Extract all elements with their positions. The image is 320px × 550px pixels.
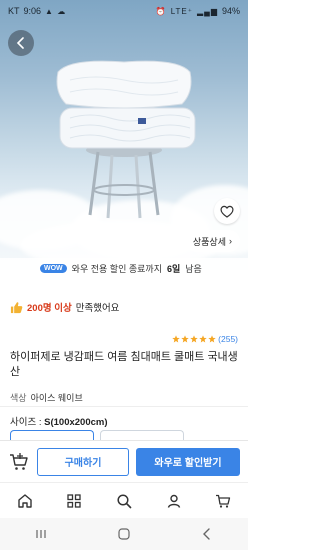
recent-apps-button[interactable] — [29, 522, 53, 546]
system-back-button[interactable] — [195, 522, 219, 546]
back-button[interactable] — [8, 30, 34, 56]
cart-add-icon — [10, 452, 28, 470]
product-image-carousel[interactable]: KT 9:06 ▲ ☁ ⏰ LTE⁺ ▂▄▆ 94% 상품상세 › — [0, 0, 248, 270]
recent-apps-icon — [36, 530, 46, 538]
cart-icon — [216, 494, 231, 508]
star-icon — [172, 335, 180, 343]
status-bar: KT 9:06 ▲ ☁ ⏰ LTE⁺ ▂▄▆ 94% — [0, 0, 248, 22]
signal-icon: ▂▄▆ — [197, 6, 218, 16]
color-label: 색상 — [10, 393, 27, 403]
person-icon — [167, 494, 180, 508]
size-label: 사이즈 : — [10, 417, 42, 428]
nav-home[interactable] — [13, 489, 37, 513]
wow-badge: WOW — [40, 263, 67, 273]
heart-icon — [220, 205, 234, 218]
promo-days: 6일 — [166, 263, 181, 274]
product-title: 하이퍼제로 냉감패드 여름 침대매트 쿨매트 국내생산 — [10, 351, 238, 378]
thumbs-up-icon — [10, 301, 23, 313]
search-icon — [117, 493, 132, 508]
alarm-icon: ⏰ — [155, 6, 167, 16]
home-square-icon — [118, 528, 130, 540]
size-info: 사이즈 : S(100x200cm) — [10, 414, 108, 428]
size-option[interactable] — [100, 430, 184, 440]
home-icon — [18, 493, 32, 508]
satisfaction-count: 200명 이상 — [27, 303, 72, 314]
carousel-dot — [133, 230, 137, 234]
category-grid-icon — [67, 493, 82, 508]
promo-text: 와우 전용 할인 종료까지 — [71, 263, 162, 274]
buy-now-button[interactable]: 구매하기 — [37, 447, 129, 476]
wow-discount-button[interactable]: 와우로 할인받기 — [136, 447, 240, 476]
battery-level: 94% — [221, 6, 240, 16]
carrier-label: KT — [8, 6, 20, 16]
satisfaction-summary: 200명 이상 만족했어요 — [10, 300, 119, 314]
nav-cart[interactable] — [211, 489, 235, 513]
carousel-dot — [96, 229, 101, 235]
system-nav-bar — [0, 518, 248, 550]
star-icon — [190, 335, 198, 343]
product-detail-label: 상품상세 — [192, 236, 226, 247]
review-count: (255) — [218, 334, 238, 344]
add-to-cart-button[interactable] — [8, 451, 30, 473]
color-value: 아이스 웨이브 — [30, 393, 83, 403]
carousel-dot — [106, 230, 110, 234]
section-divider — [0, 406, 248, 407]
purchase-bar: 구매하기 와우로 할인받기 — [0, 440, 248, 482]
nav-search[interactable] — [112, 489, 136, 513]
wow-promo-banner: WOW 와우 전용 할인 종료까지 6일 남음 — [0, 258, 248, 278]
nav-mypage[interactable] — [162, 489, 186, 513]
star-icon — [208, 335, 216, 343]
carousel-indicator — [96, 229, 137, 235]
review-rating[interactable]: (255) — [172, 334, 238, 344]
clock: 9:06 — [23, 6, 42, 16]
home-button[interactable] — [112, 522, 136, 546]
promo-suffix: 남음 — [185, 263, 202, 274]
product-detail-button[interactable]: 상품상세 › — [184, 230, 240, 252]
size-value: S(100x200cm) — [44, 417, 108, 428]
star-icon — [181, 335, 189, 343]
network-label: LTE⁺ — [170, 6, 193, 16]
back-arrow-icon — [16, 37, 24, 49]
notification-icons: ▲ ☁ — [45, 6, 67, 16]
chevron-right-icon: › — [229, 236, 232, 246]
size-option-selected[interactable] — [10, 430, 94, 440]
satisfaction-text: 만족했어요 — [75, 303, 120, 314]
star-icon — [199, 335, 207, 343]
carousel-dot — [124, 230, 128, 234]
star-rating — [172, 335, 216, 343]
app-bottom-nav — [0, 482, 248, 518]
carousel-dot — [115, 230, 119, 234]
chevron-left-icon — [202, 528, 210, 540]
wishlist-button[interactable] — [214, 198, 240, 224]
color-info: 색상 아이스 웨이브 — [10, 391, 83, 404]
nav-category[interactable] — [62, 489, 86, 513]
